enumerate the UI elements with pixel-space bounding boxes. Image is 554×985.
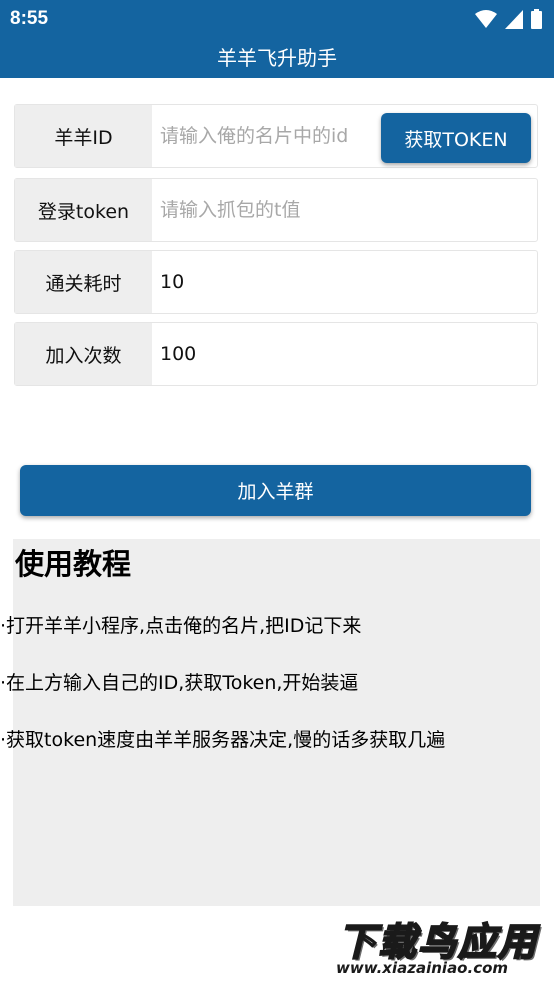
get-token-button[interactable]: 获取TOKEN: [381, 113, 531, 163]
sheep-id-row: 羊羊ID 获取TOKEN: [14, 104, 538, 168]
status-time: 8:55: [10, 8, 49, 29]
join-count-label: 加入次数: [15, 323, 152, 385]
status-bar: 8:55: [0, 0, 554, 38]
cell-signal-icon: [505, 9, 523, 29]
clear-time-label: 通关耗时: [15, 251, 152, 313]
tutorial-panel: 使用教程 ·打开羊羊小程序,点击俺的名片,把ID记下来 ·在上方输入自己的ID,…: [0, 539, 540, 906]
app-bar: 羊羊飞升助手: [0, 38, 554, 78]
watermark-url: www.xiazainiao.com: [336, 959, 509, 977]
status-icons: [475, 8, 542, 30]
watermark-logo: 下载鸟应用 www.xiazainiao.com: [332, 907, 552, 982]
tutorial-item: ·在上方输入自己的ID,获取Token,开始装逼: [0, 672, 359, 694]
battery-icon: [531, 9, 542, 29]
watermark-main: 下载鸟应用: [337, 919, 539, 965]
login-token-row: 登录token: [14, 178, 538, 242]
login-token-input[interactable]: [152, 179, 537, 241]
app-title: 羊羊飞升助手: [217, 46, 337, 70]
join-flock-button[interactable]: 加入羊群: [20, 465, 531, 516]
tutorial-title: 使用教程: [15, 547, 132, 581]
tutorial-item: ·获取token速度由羊羊服务器决定,慢的话多获取几遍: [0, 729, 446, 751]
login-token-label: 登录token: [15, 179, 152, 241]
tutorial-item: ·打开羊羊小程序,点击俺的名片,把ID记下来: [0, 615, 362, 637]
wifi-icon: [475, 10, 497, 28]
join-count-row: 加入次数: [14, 322, 538, 386]
clear-time-input[interactable]: [152, 251, 537, 313]
clear-time-row: 通关耗时: [14, 250, 538, 314]
join-count-input[interactable]: [152, 323, 537, 385]
sheep-id-label: 羊羊ID: [15, 105, 152, 167]
